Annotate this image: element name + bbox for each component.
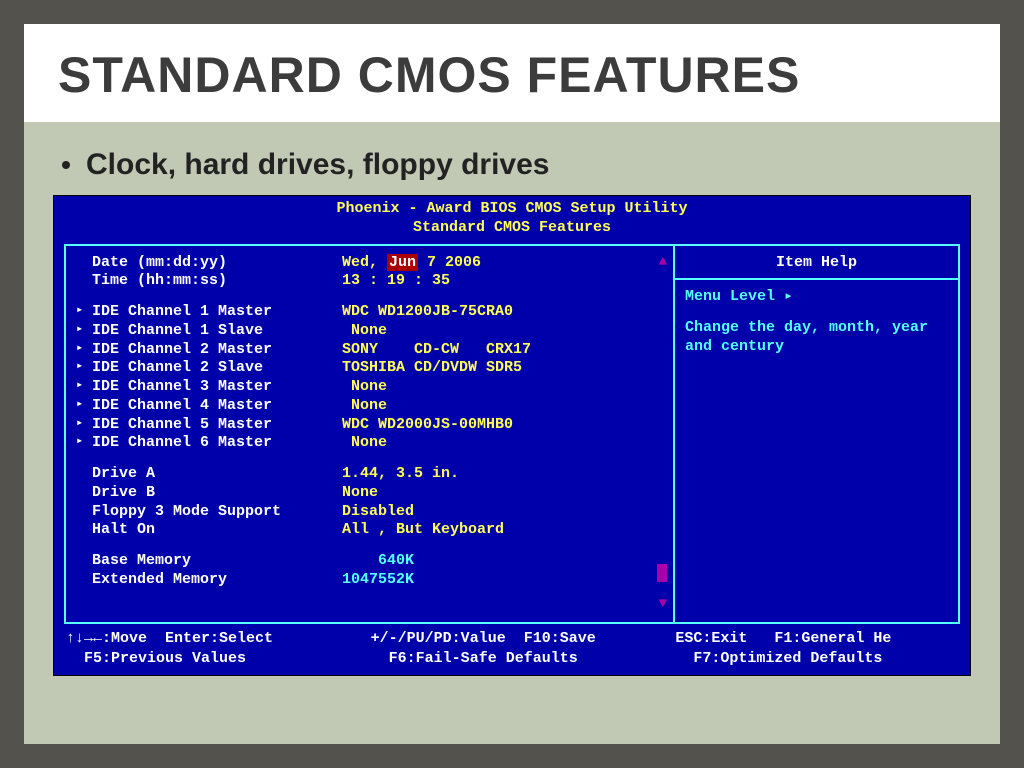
slide-body: Clock, hard drives, floppy drives Phoeni… bbox=[24, 124, 1000, 685]
bios-help-pane: Item Help Menu Level ▸ Change the day, m… bbox=[673, 246, 958, 622]
ide-row[interactable]: IDE Channel 3 Master None bbox=[76, 378, 667, 397]
help-text: Change the day, month, year and century bbox=[685, 319, 948, 357]
bios-left-pane: ▲ Date (mm:dd:yy) Wed, Jun 7 2006 Time (… bbox=[66, 246, 673, 622]
scroll-up-icon[interactable]: ▲ bbox=[659, 254, 667, 272]
drive-row[interactable]: Floppy 3 Mode SupportDisabled bbox=[76, 503, 667, 522]
bios-footer: ↑↓→←:Move Enter:Select +/-/PU/PD:Value F… bbox=[54, 626, 970, 670]
ide-row[interactable]: IDE Channel 4 Master None bbox=[76, 397, 667, 416]
scroll-thumb[interactable] bbox=[657, 564, 667, 582]
footer-hint: +/-/PU/PD:Value F10:Save bbox=[371, 630, 654, 649]
title-bar: STANDARD CMOS FEATURES bbox=[24, 24, 1000, 124]
time-label: Time (hh:mm:ss) bbox=[92, 272, 342, 291]
footer-hint: F6:Fail-Safe Defaults bbox=[371, 650, 654, 669]
bullet-item: Clock, hard drives, floppy drives bbox=[62, 148, 972, 182]
bios-header-line2: Standard CMOS Features bbox=[54, 219, 970, 238]
memory-row: Base Memory 640K bbox=[76, 552, 667, 571]
slide-title: STANDARD CMOS FEATURES bbox=[58, 46, 966, 104]
ide-row[interactable]: IDE Channel 2 SlaveTOSHIBA CD/DVDW SDR5 bbox=[76, 359, 667, 378]
menu-level: Menu Level ▸ bbox=[685, 288, 948, 307]
date-label: Date (mm:dd:yy) bbox=[92, 254, 342, 273]
ide-row[interactable]: IDE Channel 1 Slave None bbox=[76, 322, 667, 341]
date-month-highlight: Jun bbox=[387, 254, 418, 271]
drive-row[interactable]: Halt OnAll , But Keyboard bbox=[76, 521, 667, 540]
ide-row[interactable]: IDE Channel 5 MasterWDC WD2000JS-00MHB0 bbox=[76, 416, 667, 435]
bullet-icon bbox=[62, 161, 70, 169]
ide-row[interactable]: IDE Channel 2 MasterSONY CD-CW CRX17 bbox=[76, 341, 667, 360]
date-row[interactable]: Date (mm:dd:yy) Wed, Jun 7 2006 bbox=[76, 254, 667, 273]
memory-row: Extended Memory1047552K bbox=[76, 571, 667, 590]
date-value: Wed, Jun 7 2006 bbox=[342, 254, 481, 273]
bios-header: Phoenix - Award BIOS CMOS Setup Utility … bbox=[54, 196, 970, 240]
footer-hint: F7:Optimized Defaults bbox=[675, 650, 958, 669]
drive-row[interactable]: Drive BNone bbox=[76, 484, 667, 503]
drive-row[interactable]: Drive A1.44, 3.5 in. bbox=[76, 465, 667, 484]
footer-hint: F5:Previous Values bbox=[66, 650, 349, 669]
slide: STANDARD CMOS FEATURES Clock, hard drive… bbox=[24, 24, 1000, 744]
footer-hint: ESC:Exit F1:General He bbox=[675, 630, 958, 649]
help-title: Item Help bbox=[675, 246, 958, 281]
scroll-down-icon[interactable]: ▼ bbox=[659, 596, 667, 614]
bios-frame: ▲ Date (mm:dd:yy) Wed, Jun 7 2006 Time (… bbox=[64, 244, 960, 624]
footer-hint: ↑↓→←:Move Enter:Select bbox=[66, 630, 349, 649]
time-row[interactable]: Time (hh:mm:ss) 13 : 19 : 35 bbox=[76, 272, 667, 291]
ide-row[interactable]: IDE Channel 6 Master None bbox=[76, 434, 667, 453]
time-value: 13 : 19 : 35 bbox=[342, 272, 450, 291]
bios-panel: Phoenix - Award BIOS CMOS Setup Utility … bbox=[54, 196, 970, 675]
bullet-text: Clock, hard drives, floppy drives bbox=[86, 148, 549, 182]
ide-row[interactable]: IDE Channel 1 MasterWDC WD1200JB-75CRA0 bbox=[76, 303, 667, 322]
bios-header-line1: Phoenix - Award BIOS CMOS Setup Utility bbox=[54, 200, 970, 219]
